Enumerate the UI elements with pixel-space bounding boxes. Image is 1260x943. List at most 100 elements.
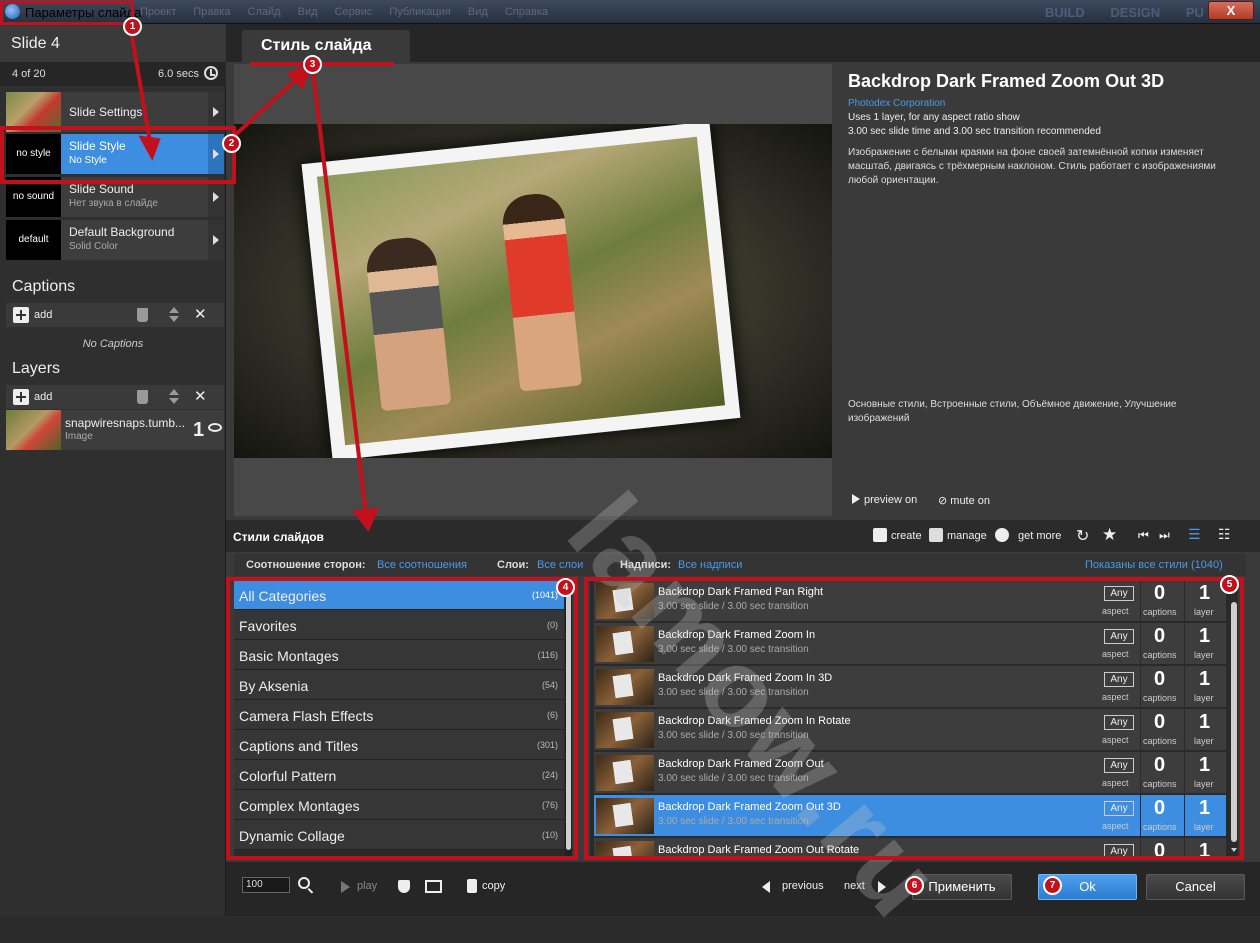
detail-view-icon[interactable]: ☷ [1218, 526, 1231, 543]
aspect-filter[interactable]: Все соотношения [377, 559, 467, 571]
layers-toolbar: add ✕ [6, 385, 224, 409]
copy-button[interactable]: copy [482, 880, 505, 892]
slide-count: 4 of 20 [12, 68, 46, 80]
cancel-button[interactable]: Cancel [1146, 874, 1245, 900]
play-button[interactable]: play [357, 880, 377, 892]
layer-type: Image [65, 431, 93, 442]
previous-button[interactable]: previous [782, 880, 824, 892]
slide-header: Slide 4 [0, 24, 226, 62]
manage-icon[interactable] [929, 528, 943, 542]
mode-build[interactable]: BUILD [1045, 5, 1085, 20]
styles-header: Стили слайдов create manage get more ↻ ★… [226, 520, 1260, 552]
annotation-badge: 4 [556, 578, 575, 597]
shield-icon[interactable] [398, 880, 410, 893]
star-icon[interactable]: ★ [1102, 525, 1117, 545]
styles-shown-count[interactable]: Показаны все стили (1040) [1085, 559, 1223, 571]
style-preview [234, 64, 832, 516]
layer-item[interactable]: snapwiresnaps.tumb... Image 1 [6, 410, 224, 450]
tools-icon[interactable]: ✕ [194, 305, 207, 323]
menu-item[interactable]: Проект [140, 6, 176, 18]
window-titlebar: Параметры слайда Проект Правка Слайд Вид… [0, 0, 1260, 24]
zoom-input[interactable]: 100 [242, 877, 290, 893]
annotation-underline-tab [250, 56, 394, 66]
annotation-badge: 3 [303, 55, 322, 74]
tools-icon[interactable]: ✕ [194, 387, 207, 405]
preview-on-button[interactable]: preview on [852, 494, 917, 506]
get-more-button[interactable]: get more [1018, 530, 1061, 542]
skip-back-icon[interactable]: ⏮ [1138, 528, 1149, 543]
tab-label: Стиль слайда [261, 37, 372, 54]
refresh-icon[interactable]: ↻ [1076, 526, 1089, 546]
reorder-icon[interactable] [168, 306, 180, 324]
slide-meta: 4 of 20 6.0 secs [0, 62, 226, 86]
annotation-badge: 2 [222, 134, 241, 153]
chevron-right-icon[interactable] [208, 220, 224, 260]
mode-publish[interactable]: PU [1186, 5, 1204, 20]
layer-thumbnail [6, 410, 61, 450]
background-thumbnail: default [6, 220, 61, 260]
menu-item[interactable]: Слайд [248, 6, 281, 18]
background-option[interactable]: default Default Background Solid Color [6, 220, 224, 260]
style-description: Изображение с белыми краями на фоне свое… [848, 147, 1216, 186]
trash-icon[interactable] [137, 308, 148, 322]
menu-item[interactable]: Вид [298, 6, 318, 18]
layers-heading: Layers [12, 360, 61, 377]
option-title: Slide Sound [69, 182, 134, 196]
plus-icon[interactable] [13, 389, 29, 405]
option-title: Slide Settings [69, 105, 143, 119]
play-icon[interactable] [341, 881, 350, 893]
photo-figure [500, 191, 583, 392]
footer-bar: 100 play copy previous next Применить Ok… [226, 862, 1260, 916]
annotation-box-styles [584, 577, 1244, 860]
menu-item[interactable]: Публикация [389, 6, 450, 18]
arrow-left-icon[interactable] [762, 881, 770, 893]
annotation-box-categories [226, 577, 578, 860]
play-icon [852, 494, 860, 504]
aspect-filter-label: Соотношение сторон: [246, 559, 366, 571]
mute-on-button[interactable]: ⊘ mute on [938, 494, 990, 507]
layer-name: snapwiresnaps.tumb... [65, 416, 186, 430]
annotation-badge: 5 [1220, 575, 1239, 594]
mode-switcher: BUILD DESIGN PU [1045, 5, 1226, 20]
annotation-badge: 6 [905, 876, 924, 895]
manage-button[interactable]: manage [947, 530, 987, 542]
menu-item[interactable]: Правка [193, 6, 230, 18]
style-categories: Основные стили, Встроенные стили, Объёмн… [848, 399, 1177, 424]
annotation-badge: 7 [1043, 876, 1062, 895]
list-view-icon[interactable]: ☰ [1188, 526, 1201, 543]
plus-icon[interactable] [873, 528, 887, 542]
mute-icon: ⊘ [938, 495, 951, 507]
menu-item[interactable]: Справка [505, 6, 548, 18]
eye-icon[interactable] [208, 423, 222, 432]
captions-toolbar: add ✕ [6, 303, 224, 327]
clock-icon[interactable] [204, 66, 218, 80]
no-captions-text: No Captions [82, 338, 144, 350]
option-title: Default Background [69, 225, 175, 239]
slide-duration[interactable]: 6.0 secs [158, 68, 199, 80]
create-button[interactable]: create [891, 530, 922, 542]
add-layer-button[interactable]: add [34, 391, 52, 403]
skip-forward-icon[interactable]: ⏭ [1159, 528, 1170, 543]
cloud-download-icon[interactable] [995, 528, 1009, 542]
search-icon[interactable] [298, 877, 310, 889]
plus-icon[interactable] [13, 307, 29, 323]
layers-filter-label: Слои: [497, 559, 529, 571]
layer-number: 1 [193, 419, 205, 441]
menu-item[interactable]: Вид [468, 6, 488, 18]
window-icon[interactable] [425, 880, 442, 893]
trash-icon[interactable] [137, 390, 148, 404]
annotation-badge: 1 [123, 17, 142, 36]
annotation-box-style [0, 126, 236, 184]
option-subtitle: Нет звука в слайде [69, 198, 158, 209]
mute-on-label: mute on [950, 495, 991, 507]
close-button[interactable]: X [1208, 1, 1254, 20]
slide-name: Slide 4 [11, 35, 60, 52]
clipboard-icon[interactable] [467, 879, 477, 893]
option-subtitle: Solid Color [69, 241, 118, 252]
style-author-link[interactable]: Photodex Corporation [848, 98, 945, 109]
mode-design[interactable]: DESIGN [1110, 5, 1160, 20]
reorder-icon[interactable] [168, 388, 180, 406]
filters-bar: Соотношение сторон: Все соотношения Слои… [234, 554, 1246, 576]
add-caption-button[interactable]: add [34, 309, 52, 321]
menu-item[interactable]: Сервис [335, 6, 373, 18]
